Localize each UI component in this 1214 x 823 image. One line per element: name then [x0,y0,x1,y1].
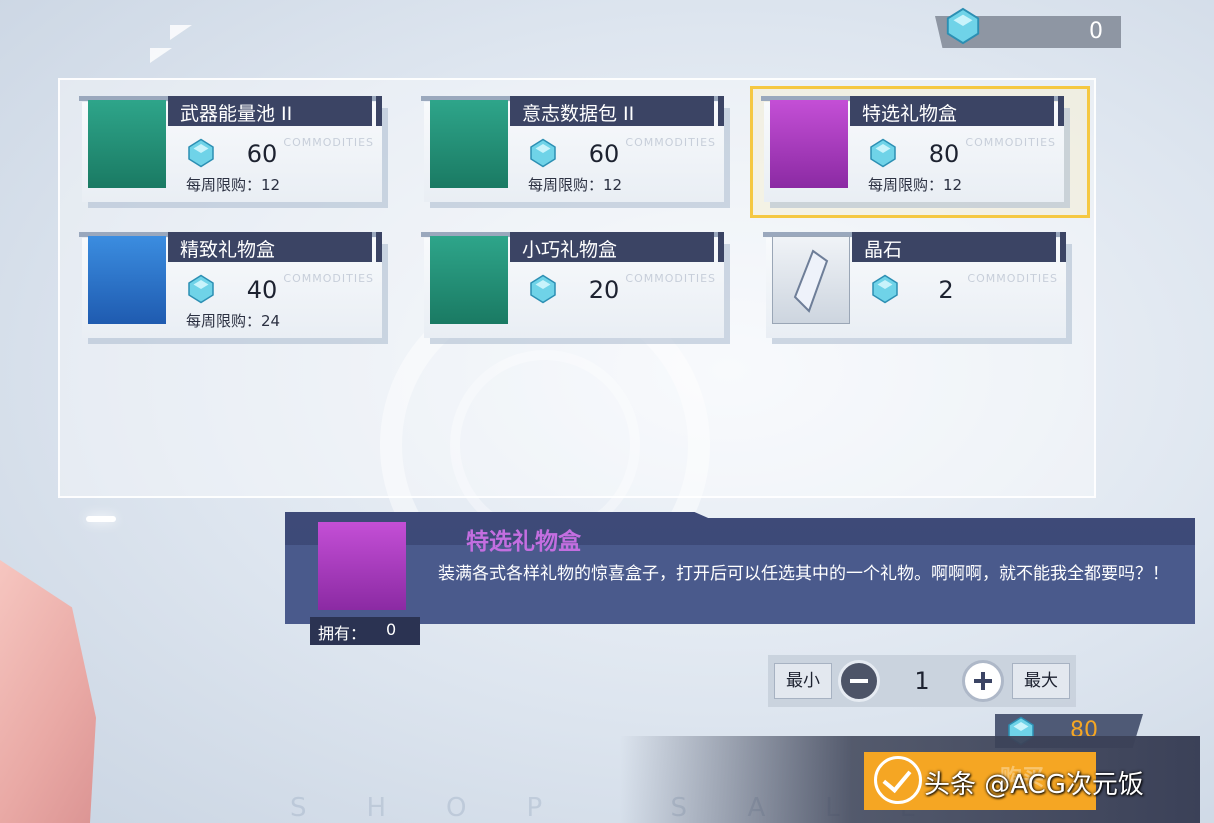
item-name: 小巧礼物盒 [522,239,618,261]
sparkle-icon [86,516,116,522]
checkmark-icon [874,756,922,804]
item-weekly-limit: 每周限购：12 [186,176,281,194]
gift-box-icon [430,236,508,324]
item-name: 精致礼物盒 [180,239,276,261]
item-weekly-limit: 每周限购：12 [528,176,623,194]
shop-item-card[interactable]: 晶石 COMMODITIES 2 [763,232,1066,342]
item-price: 20 [588,276,620,304]
crystal-shard-icon [772,236,850,324]
shop-item-card[interactable]: 小巧礼物盒 COMMODITIES 20 [421,232,724,342]
watermark-overlay: 头条 @ACG次元饭 [924,770,1144,800]
card-watermark: COMMODITIES [625,136,716,149]
detail-description: 装满各式各样礼物的惊喜盒子，打开后可以任选其中的一个礼物。啊啊啊，就不能我全都要… [438,564,1169,584]
card-watermark: COMMODITIES [967,272,1058,285]
owned-value: 0 [386,620,397,639]
item-name: 特选礼物盒 [862,103,958,125]
item-name: 武器能量池 II [180,103,293,125]
card-title-bar: 武器能量池 II [168,96,382,126]
max-quantity-button[interactable]: 最大 [1012,663,1070,699]
card-title-bar: 小巧礼物盒 [510,232,724,262]
card-watermark: COMMODITIES [283,136,374,149]
item-price: 2 [938,276,954,304]
crystal-shard-icon [793,249,829,313]
card-title-bar: 晶石 [852,232,1066,262]
card-watermark: COMMODITIES [625,272,716,285]
quantity-stepper: 最小 1 最大 [768,655,1076,707]
detail-title: 特选礼物盒 [466,529,581,555]
item-weekly-limit: 每周限购：24 [186,312,281,330]
crystal-gem-icon [870,138,896,168]
card-watermark: COMMODITIES [965,136,1056,149]
decrement-button[interactable] [838,660,880,702]
owned-count: 拥有： 0 [310,617,420,645]
item-price: 60 [246,140,278,168]
will-data-pack-icon [430,100,508,188]
crystal-gem-icon [188,138,214,168]
crystal-gem-icon [946,7,980,45]
owned-label: 拥有： [318,624,367,643]
item-price: 60 [588,140,620,168]
shop-item-card-selected[interactable]: 特选礼物盒 COMMODITIES 80 每周限购：12 [761,96,1064,206]
card-title-bar: 精致礼物盒 [168,232,382,262]
card-title-bar: 特选礼物盒 [850,96,1064,126]
card-title-bar: 意志数据包 II [510,96,724,126]
increment-button[interactable] [962,660,1004,702]
crystal-gem-icon [872,274,898,304]
min-quantity-button[interactable]: 最小 [774,663,832,699]
weapon-energy-pool-icon [88,100,166,188]
shop-item-card[interactable]: 精致礼物盒 COMMODITIES 40 每周限购：24 [79,232,382,342]
shop-item-card[interactable]: 意志数据包 II COMMODITIES 60 每周限购：12 [421,96,724,206]
quantity-value: 1 [914,667,930,695]
crystal-gem-icon [188,274,214,304]
item-price: 80 [928,140,960,168]
shop-item-card[interactable]: 武器能量池 II COMMODITIES 60 每周限购：12 [79,96,382,206]
crystal-gem-icon [530,138,556,168]
decor-arrows-icon [150,25,192,63]
currency-amount: 0 [1089,19,1103,44]
item-weekly-limit: 每周限购：12 [868,176,963,194]
item-price: 40 [246,276,278,304]
gift-box-icon [88,236,166,324]
gift-box-icon [318,522,406,610]
crystal-gem-icon [530,274,556,304]
character-hair [0,560,96,823]
item-name: 意志数据包 II [522,103,635,125]
gift-box-icon [770,100,848,188]
item-name: 晶石 [864,239,903,261]
card-watermark: COMMODITIES [283,272,374,285]
